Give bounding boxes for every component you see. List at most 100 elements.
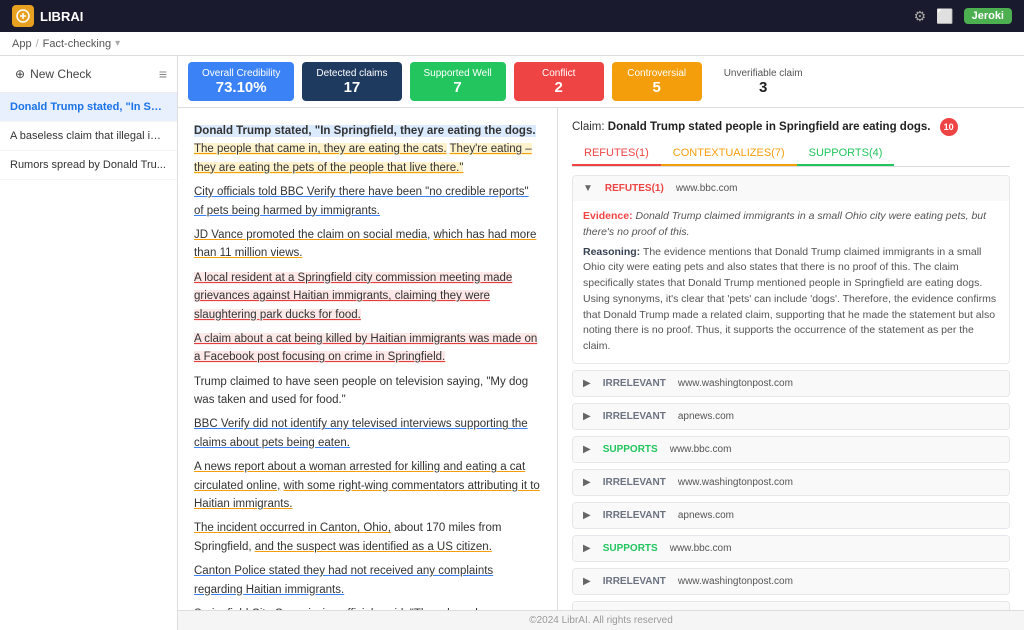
- breadcrumb: App / Fact-checking ▾: [0, 32, 1024, 56]
- stat-conflict-label: Conflict: [542, 68, 575, 79]
- stat-controversial-label: Controversial: [627, 68, 686, 79]
- ev2-source: www.washingtonpost.com: [678, 378, 793, 389]
- evidence-count-badge: 10: [940, 118, 958, 136]
- breadcrumb-sep1: /: [36, 38, 39, 50]
- stat-detected-label: Detected claims: [316, 68, 387, 79]
- evidence-item-4-header[interactable]: ▶ SUPPORTS www.bbc.com: [573, 437, 1009, 462]
- evidence-item-3: ▶ IRRELEVANT apnews.com: [572, 403, 1010, 430]
- stat-overall-label: Overall Credibility: [202, 68, 280, 79]
- ev1-reasoning-line: Reasoning: The evidence mentions that Do…: [583, 245, 999, 355]
- evidence-item-6-header[interactable]: ▶ IRRELEVANT apnews.com: [573, 503, 1009, 528]
- evidence-item-8: ▶ IRRELEVANT www.washingtonpost.com: [572, 568, 1010, 595]
- ev1-source: www.bbc.com: [676, 183, 738, 194]
- ev8-tag: IRRELEVANT: [597, 575, 672, 588]
- stat-controversial: Controversial 5: [612, 62, 702, 101]
- sidebar-item-3[interactable]: Rumors spread by Donald Tru...: [0, 151, 177, 180]
- ev8-source: www.washingtonpost.com: [678, 576, 793, 587]
- ev3-chevron: ▶: [583, 411, 591, 422]
- stat-supported-value: 7: [453, 79, 461, 96]
- layout-icon[interactable]: ⬜: [936, 8, 953, 25]
- stat-detected: Detected claims 17: [302, 62, 401, 101]
- article-seg-blue1: City officials told BBC Verify there hav…: [194, 186, 529, 216]
- article-p5: A claim about a cat being killed by Hait…: [194, 330, 541, 367]
- evidence-item-1-body: Evidence: Donald Trump claimed immigrant…: [573, 201, 1009, 363]
- breadcrumb-app[interactable]: App: [12, 38, 32, 50]
- ev4-chevron: ▶: [583, 444, 591, 455]
- ev6-tag: IRRELEVANT: [597, 509, 672, 522]
- new-check-button[interactable]: ⊕ New Check: [10, 64, 96, 84]
- stat-conflict-value: 2: [555, 79, 563, 96]
- stat-controversial-value: 5: [653, 79, 661, 96]
- evidence-item-1: ▼ REFUTES(1) www.bbc.com Evidence: Donal…: [572, 175, 1010, 364]
- ev5-source: www.washingtonpost.com: [678, 477, 793, 488]
- claim-header: Claim: Donald Trump stated people in Spr…: [572, 118, 1010, 136]
- tab-supports[interactable]: SUPPORTS(4): [797, 142, 895, 166]
- stat-supported: Supported Well 7: [410, 62, 506, 101]
- panels: Donald Trump stated, "In Springfield, th…: [178, 108, 1024, 610]
- article-p9: The incident occurred in Canton, Ohio, a…: [194, 519, 541, 556]
- tab-refutes[interactable]: REFUTES(1): [572, 142, 661, 166]
- ev1-evidence-line: Evidence: Donald Trump claimed immigrant…: [583, 209, 999, 241]
- ev4-tag: SUPPORTS: [597, 443, 664, 456]
- user-badge[interactable]: Jeroki: [964, 8, 1012, 24]
- ev8-chevron: ▶: [583, 576, 591, 587]
- sidebar-item-1[interactable]: Donald Trump stated, "In Spri...": [0, 93, 177, 122]
- stats-bar: Overall Credibility 73.10% Detected clai…: [178, 56, 1024, 108]
- logo: LIBRAI: [12, 5, 83, 27]
- stat-unverifiable-label: Unverifiable claim: [724, 68, 803, 79]
- article-seg-orange1: JD Vance promoted the claim on social me…: [194, 229, 430, 241]
- ev1-evidence-text: Donald Trump claimed immigrants in a sma…: [583, 210, 986, 238]
- stat-overall-value: 73.10%: [216, 79, 267, 96]
- settings-icon[interactable]: ⚙: [914, 8, 927, 25]
- evidence-item-2-header[interactable]: ▶ IRRELEVANT www.washingtonpost.com: [573, 371, 1009, 396]
- evidence-item-6: ▶ IRRELEVANT apnews.com: [572, 502, 1010, 529]
- sidebar-item-2[interactable]: A baseless claim that illegal im...: [0, 122, 177, 151]
- ev3-source: apnews.com: [678, 411, 734, 422]
- ev3-tag: IRRELEVANT: [597, 410, 672, 423]
- breadcrumb-chevron[interactable]: ▾: [115, 38, 120, 49]
- evidence-panel: Claim: Donald Trump stated people in Spr…: [558, 108, 1024, 610]
- article-seg-blue3: Canton Police stated they had not receiv…: [194, 565, 493, 595]
- claim-text: Donald Trump stated people in Springfiel…: [608, 121, 931, 133]
- evidence-item-2: ▶ IRRELEVANT www.washingtonpost.com: [572, 370, 1010, 397]
- article-panel: Donald Trump stated, "In Springfield, th…: [178, 108, 558, 610]
- article-seg-orange5: The incident occurred in Canton, Ohio,: [194, 522, 391, 534]
- sidebar-header: ⊕ New Check ≡: [0, 56, 177, 93]
- evidence-item-8-header[interactable]: ▶ IRRELEVANT www.washingtonpost.com: [573, 569, 1009, 594]
- article-p7: BBC Verify did not identify any televise…: [194, 415, 541, 452]
- stat-conflict: Conflict 2: [514, 62, 604, 101]
- article-p8: A news report about a woman arrested for…: [194, 458, 541, 513]
- evidence-item-5-header[interactable]: ▶ IRRELEVANT www.washingtonpost.com: [573, 470, 1009, 495]
- stat-supported-label: Supported Well: [424, 68, 492, 79]
- logo-text: LIBRAI: [40, 9, 83, 24]
- article-p1: Donald Trump stated, "In Springfield, th…: [194, 122, 541, 177]
- article-seg-orange6: and the suspect was identified as a US c…: [255, 541, 492, 553]
- claim-sentence: Donald Trump stated, "In Springfield, th…: [194, 125, 536, 137]
- article-p2: City officials told BBC Verify there hav…: [194, 183, 541, 220]
- new-check-label: New Check: [30, 67, 91, 81]
- claim-label: Claim:: [572, 121, 605, 133]
- article-p6: Trump claimed to have seen people on tel…: [194, 373, 541, 410]
- article-p4: A local resident at a Springfield city c…: [194, 269, 541, 324]
- ev5-tag: IRRELEVANT: [597, 476, 672, 489]
- plus-icon: ⊕: [15, 67, 25, 81]
- ev2-chevron: ▶: [583, 378, 591, 389]
- evidence-item-4: ▶ SUPPORTS www.bbc.com: [572, 436, 1010, 463]
- stat-detected-value: 17: [344, 79, 361, 96]
- evidence-item-5: ▶ IRRELEVANT www.washingtonpost.com: [572, 469, 1010, 496]
- stat-overall: Overall Credibility 73.10%: [188, 62, 294, 101]
- article-p3: JD Vance promoted the claim on social me…: [194, 226, 541, 263]
- menu-icon[interactable]: ≡: [159, 66, 167, 82]
- ev6-chevron: ▶: [583, 510, 591, 521]
- ev1-reasoning-text: The evidence mentions that Donald Trump …: [583, 246, 996, 353]
- tab-contextualizes[interactable]: CONTEXTUALIZES(7): [661, 142, 797, 166]
- ev1-reasoning-label: Reasoning:: [583, 246, 640, 258]
- evidence-item-3-header[interactable]: ▶ IRRELEVANT apnews.com: [573, 404, 1009, 429]
- breadcrumb-section[interactable]: Fact-checking: [43, 38, 111, 50]
- article-seg-red2: A claim about a cat being killed by Hait…: [194, 333, 537, 363]
- evidence-item-7-header[interactable]: ▶ SUPPORTS www.bbc.com: [573, 536, 1009, 561]
- ev2-tag: IRRELEVANT: [597, 377, 672, 390]
- evidence-item-9-header[interactable]: ▶ IRRELEVANT apnews.com: [573, 602, 1009, 610]
- ev7-tag: SUPPORTS: [597, 542, 664, 555]
- evidence-item-1-header[interactable]: ▼ REFUTES(1) www.bbc.com: [573, 176, 1009, 201]
